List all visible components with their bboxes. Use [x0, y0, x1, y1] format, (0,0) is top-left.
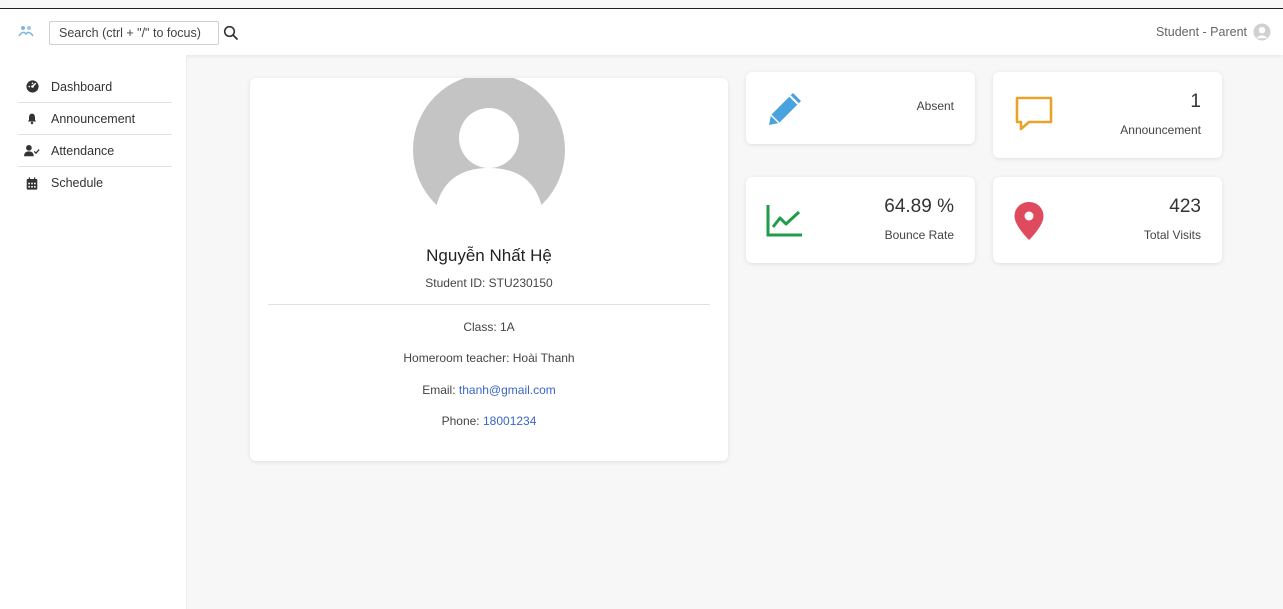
sidebar: Dashboard Announcement Attendance Schedu…: [0, 55, 187, 609]
pencil-icon: [769, 93, 801, 125]
app-logo-icon[interactable]: [17, 22, 35, 40]
total-visits-card[interactable]: 423 Total Visits: [993, 177, 1222, 263]
profile-divider: [268, 304, 710, 305]
class-info: Class: 1A: [463, 320, 515, 334]
speech-bubble-icon: [1015, 96, 1053, 131]
sidebar-item-label: Attendance: [51, 143, 115, 158]
sidebar-item-announcement[interactable]: Announcement: [18, 103, 172, 135]
profile-card: Nguyễn Nhất Hệ Student ID: STU230150 Cla…: [250, 78, 728, 461]
phone-link[interactable]: 18001234: [483, 414, 536, 428]
line-chart-icon: [766, 205, 802, 237]
email-info: Email: thanh@gmail.com: [250, 383, 728, 397]
user-check-icon: [24, 143, 40, 159]
homeroom-info: Homeroom teacher: Hoài Thanh: [403, 351, 575, 365]
bounce-rate-label: Bounce Rate: [884, 228, 954, 242]
bounce-rate-card[interactable]: 64.89 % Bounce Rate: [746, 177, 975, 263]
map-pin-icon: [1014, 202, 1044, 240]
absent-stat-card[interactable]: Absent: [746, 72, 975, 144]
announcement-stat-card[interactable]: 1 Announcement: [993, 72, 1222, 158]
phone-label: Phone:: [441, 414, 480, 428]
announcement-label: Announcement: [1120, 123, 1201, 137]
calendar-icon: [24, 175, 40, 191]
user-avatar-icon: [1253, 23, 1271, 41]
user-menu[interactable]: Student - Parent: [1156, 23, 1271, 41]
student-name: Nguyễn Nhất Hệ: [426, 246, 552, 265]
top-header: Search (ctrl + "/" to focus) Student - P…: [0, 9, 1283, 55]
profile-avatar-icon: [413, 78, 565, 212]
phone-info: Phone: 18001234: [250, 414, 728, 428]
bell-icon: [24, 111, 40, 127]
sidebar-item-attendance[interactable]: Attendance: [18, 135, 172, 167]
search-icon[interactable]: [222, 24, 240, 42]
user-role-label: Student - Parent: [1155, 25, 1247, 39]
bounce-rate-value: 64.89 %: [884, 196, 954, 217]
sidebar-item-label: Announcement: [51, 111, 136, 126]
email-link[interactable]: thanh@gmail.com: [459, 383, 556, 397]
total-visits-label: Total Visits: [1143, 228, 1201, 242]
email-label: Email:: [422, 383, 456, 397]
absent-label: Absent: [916, 99, 954, 113]
announcement-value: 1: [1190, 91, 1201, 112]
search-input[interactable]: Search (ctrl + "/" to focus): [49, 21, 219, 45]
sidebar-item-schedule[interactable]: Schedule: [18, 167, 172, 199]
sidebar-item-label: Schedule: [51, 176, 104, 190]
dashboard-icon: [24, 79, 40, 95]
total-visits-value: 423: [1169, 196, 1201, 217]
sidebar-item-dashboard[interactable]: Dashboard: [18, 71, 172, 103]
sidebar-item-label: Dashboard: [51, 79, 113, 94]
student-id: Student ID: STU230150: [425, 276, 553, 290]
